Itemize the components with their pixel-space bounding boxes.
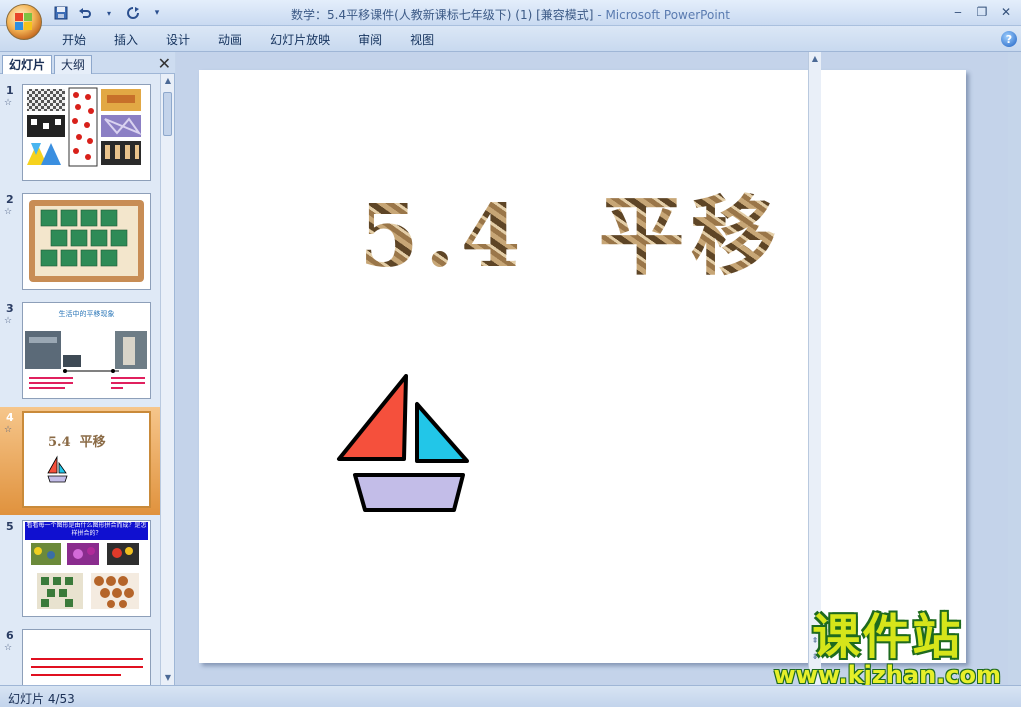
- office-logo-icon: [15, 13, 33, 31]
- animation-star-icon: ☆: [4, 425, 13, 435]
- slide-thumbnail-1[interactable]: 1 ☆: [0, 80, 160, 188]
- slide-number: 5: [6, 520, 14, 533]
- watermark-brand: 课件站: [812, 609, 963, 665]
- window-controls: ‒ ❐ ✕: [947, 3, 1017, 21]
- slide-preview: [22, 629, 151, 685]
- minimize-button[interactable]: ‒: [947, 3, 969, 21]
- slide-preview: [22, 84, 151, 181]
- animation-star-icon: ☆: [4, 316, 13, 326]
- sail-left: [337, 374, 408, 461]
- slide-indicator: 幻灯片 4/53: [8, 692, 75, 706]
- sail-right: [415, 402, 469, 463]
- animation-star-icon: ☆: [4, 207, 13, 217]
- help-icon[interactable]: ?: [1001, 31, 1017, 47]
- tab-slide-show[interactable]: 幻灯片放映: [256, 31, 344, 49]
- tab-slides[interactable]: 幻灯片: [2, 55, 53, 74]
- slide-preview: 生活中的平移现象: [22, 302, 151, 399]
- scroll-down-icon[interactable]: ▼: [161, 671, 175, 685]
- office-button[interactable]: [6, 4, 42, 40]
- thumbnail-scrollbar[interactable]: ▲ ▼: [160, 74, 174, 685]
- tab-review[interactable]: 审阅: [344, 31, 396, 49]
- watermark-logo: 课件站 www.kjzhan.com: [774, 612, 1001, 688]
- window-title: 数学：5.4平移课件(人教新课标七年级下) (1) [兼容模式] - Micro…: [0, 6, 1021, 23]
- slide-editing-area: 5.4 平移: [176, 52, 1008, 685]
- tab-home[interactable]: 开始: [48, 31, 100, 49]
- slide-number: 2: [6, 193, 14, 206]
- scrollbar-thumb[interactable]: [163, 92, 172, 136]
- scroll-up-icon[interactable]: ▲: [809, 52, 821, 66]
- slide-thumbnail-5[interactable]: 5 看看每一个图形是由什么图形拼合而成？是怎样拼合的？: [0, 516, 160, 624]
- slide-number: 3: [6, 302, 14, 315]
- tab-view[interactable]: 视图: [396, 31, 448, 49]
- title-bar: ▾ ▾ 数学：5.4平移课件(人教新课标七年级下) (1) [兼容模式] - M…: [0, 0, 1021, 26]
- restore-button[interactable]: ❐: [971, 3, 993, 21]
- boat-hull: [353, 473, 465, 512]
- slide-preview: 看看每一个图形是由什么图形拼合而成？是怎样拼合的？: [22, 520, 151, 617]
- animation-star-icon: ☆: [4, 98, 13, 108]
- ribbon: 开始 插入 设计 动画 幻灯片放映 审阅 视图 ?: [0, 26, 1021, 52]
- animation-star-icon: ☆: [4, 643, 13, 653]
- slide-preview: 5.4 平移: [22, 411, 151, 508]
- slide-number: 6: [6, 629, 14, 642]
- pane-tabs: 幻灯片 大纲 ✕: [0, 52, 175, 74]
- app-name: - Microsoft PowerPoint: [597, 8, 730, 22]
- slide-thumbnail-4[interactable]: 4 ☆ 5.4 平移: [0, 407, 160, 515]
- tab-outline[interactable]: 大纲: [54, 55, 93, 74]
- document-title: 数学：5.4平移课件(人教新课标七年级下) (1) [兼容模式]: [291, 8, 594, 22]
- slide-canvas[interactable]: 5.4 平移: [199, 70, 966, 663]
- slide-number: 4: [6, 411, 14, 424]
- tab-animations[interactable]: 动画: [204, 31, 256, 49]
- status-bar: 幻灯片 4/53: [0, 685, 1021, 707]
- slide-scrollbar[interactable]: ▲ ⇞ ⇟ ▼: [808, 52, 821, 685]
- slide-number: 1: [6, 84, 14, 97]
- slide-thumbnail-3[interactable]: 3 ☆ 生活中的平移现象: [0, 298, 160, 406]
- slide-title[interactable]: 5.4 平移: [359, 166, 783, 291]
- tab-insert[interactable]: 插入: [100, 31, 152, 49]
- slides-pane: 幻灯片 大纲 ✕ 1 ☆ 2 ☆ 3 ☆ 生活中的平移现象 4 ☆ 5.4 平移…: [0, 52, 175, 685]
- slide-preview: [22, 193, 151, 290]
- thumbnail-list: 1 ☆ 2 ☆ 3 ☆ 生活中的平移现象 4 ☆ 5.4 平移 5 看看每一个图…: [0, 74, 160, 685]
- close-button[interactable]: ✕: [995, 3, 1017, 21]
- slide-thumbnail-2[interactable]: 2 ☆: [0, 189, 160, 297]
- sailboat-drawing: [337, 374, 469, 512]
- slide-thumbnail-6[interactable]: 6 ☆: [0, 625, 160, 685]
- scroll-up-icon[interactable]: ▲: [161, 74, 175, 88]
- tab-design[interactable]: 设计: [152, 31, 204, 49]
- ribbon-tabs: 开始 插入 设计 动画 幻灯片放映 审阅 视图: [48, 31, 448, 49]
- close-icon[interactable]: ✕: [158, 54, 171, 73]
